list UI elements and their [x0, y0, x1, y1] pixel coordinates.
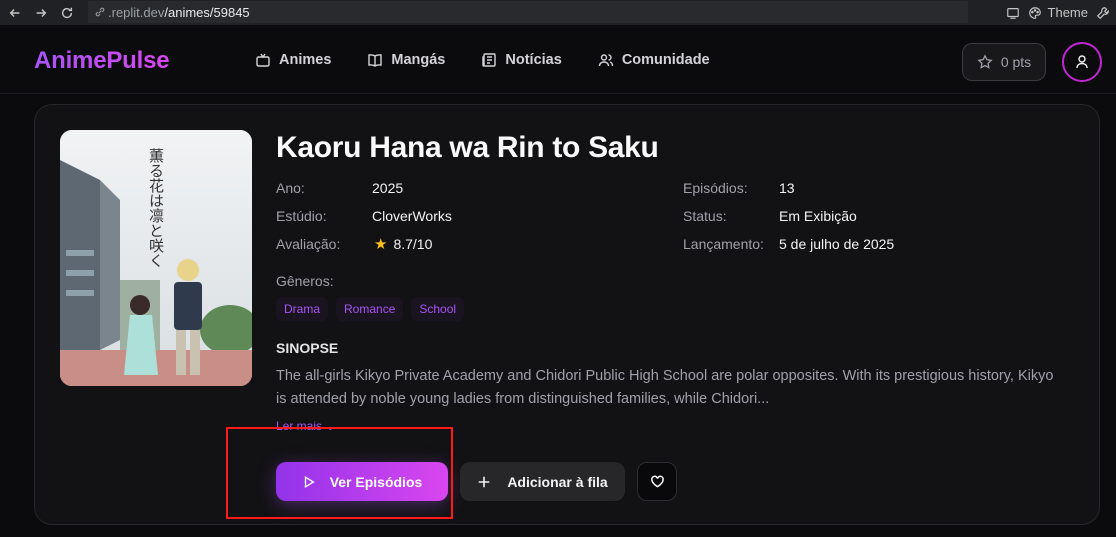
site-logo[interactable]: AnimePulse — [34, 47, 170, 75]
reload-button[interactable] — [56, 2, 78, 24]
points-value: 0 pts — [1000, 54, 1032, 70]
status-value: Em Exibição — [779, 208, 857, 224]
poster-title-jp: 薫る花は凛と咲く — [147, 148, 165, 268]
book-icon — [368, 53, 383, 67]
genre-tag[interactable]: Drama — [276, 297, 329, 321]
palette-icon — [1028, 6, 1041, 19]
forward-button[interactable] — [30, 2, 52, 24]
theme-button[interactable]: Theme — [1028, 5, 1088, 20]
reload-icon — [61, 7, 73, 18]
add-to-queue-label: Adicionar à fila — [507, 473, 608, 490]
synopsis-heading: SINOPSE — [276, 340, 339, 356]
back-button[interactable] — [4, 2, 26, 24]
anime-detail-card: 薫る花は凛と咲く Kaoru Hana wa Rin to Saku Ano: … — [34, 104, 1100, 525]
anime-title: Kaoru Hana wa Rin to Saku — [276, 131, 659, 164]
nav-label: Animes — [279, 51, 332, 68]
star-outline-icon — [977, 54, 993, 69]
arrow-left-icon — [9, 8, 20, 17]
nav-item-comunidade[interactable]: Comunidade — [598, 52, 710, 68]
rating-value: ★ 8.7/10 — [374, 235, 432, 253]
synopsis-text: The all-girls Kikyo Private Academy and … — [276, 368, 1054, 407]
studio-value: CloverWorks — [372, 208, 452, 224]
site-info-icon — [95, 7, 105, 17]
nav-item-animes[interactable]: Animes — [255, 52, 331, 68]
newspaper-icon — [482, 52, 497, 67]
heart-icon — [650, 475, 664, 488]
user-avatar-button[interactable] — [1062, 42, 1102, 82]
rating-score: 8.7/10 — [393, 236, 433, 252]
year-value: 2025 — [372, 180, 404, 196]
anime-poster: 薫る花は凛と咲く — [60, 130, 252, 386]
genres-label: Gêneros: — [276, 273, 334, 289]
nav-label: Notícias — [505, 51, 562, 68]
nav-item-mangas[interactable]: Mangás — [367, 52, 445, 68]
star-icon: ★ — [374, 236, 388, 253]
genre-tags: Drama Romance School — [276, 297, 465, 321]
cast-icon[interactable] — [1006, 6, 1020, 20]
episodes-label: Episódios: — [683, 180, 748, 196]
annotation-highlight-box — [226, 427, 453, 519]
status-label: Status: — [683, 208, 727, 224]
favorite-button[interactable] — [637, 462, 677, 501]
add-to-queue-button[interactable]: Adicionar à fila — [460, 462, 625, 501]
browser-toolbar: .replit.dev/animes/59845 Theme — [0, 0, 1116, 25]
address-bar[interactable]: .replit.dev/animes/59845 — [88, 1, 968, 23]
url-host: .replit.dev — [108, 4, 165, 20]
plus-icon — [479, 476, 490, 487]
nav-label: Comunidade — [621, 51, 710, 68]
nav-label: Mangás — [391, 51, 446, 68]
genre-tag[interactable]: School — [411, 297, 465, 321]
release-value: 5 de julho de 2025 — [779, 236, 895, 252]
genre-tag[interactable]: Romance — [336, 297, 404, 321]
episodes-value: 13 — [779, 180, 795, 196]
year-label: Ano: — [276, 180, 305, 196]
users-icon — [598, 53, 614, 66]
tv-icon — [256, 53, 270, 67]
arrow-right-icon — [36, 8, 47, 17]
site-header: AnimePulse Animes Mangás Notícias Comuni… — [0, 25, 1116, 94]
main-nav: Animes Mangás Notícias Comunidade — [255, 25, 710, 94]
points-button[interactable]: 0 pts — [962, 43, 1046, 81]
user-icon — [1076, 55, 1088, 69]
url-path: /animes/59845 — [164, 4, 250, 20]
wrench-icon[interactable] — [1096, 6, 1110, 20]
theme-label: Theme — [1047, 5, 1088, 20]
poster-illustration: 薫る花は凛と咲く — [60, 130, 252, 386]
rating-label: Avaliação: — [276, 236, 341, 252]
nav-item-noticias[interactable]: Notícias — [481, 51, 562, 68]
studio-label: Estúdio: — [276, 208, 327, 224]
release-label: Lançamento: — [683, 236, 764, 252]
